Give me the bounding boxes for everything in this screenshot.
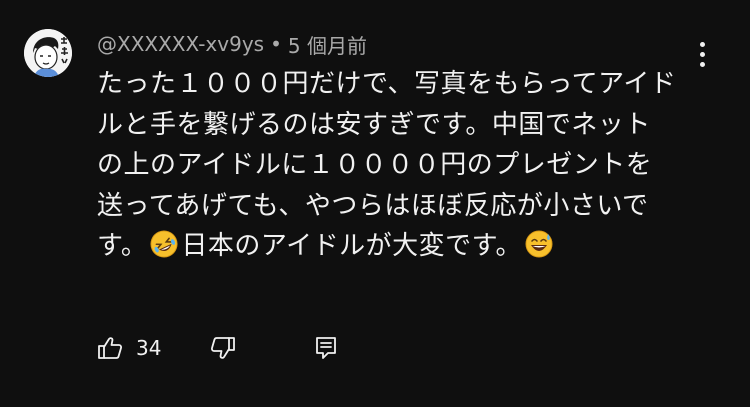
reply-icon — [312, 334, 340, 362]
dislike-button[interactable] — [209, 334, 237, 362]
comment-text: たった１０００円だけで、写真をもらってアイドルと手を繋げるのは安すぎです。中国で… — [97, 64, 677, 267]
reply-button[interactable] — [312, 334, 340, 362]
like-count: 34 — [136, 336, 162, 360]
avatar[interactable] — [24, 29, 72, 77]
comment-username[interactable]: @XXXXXX-xv9ys — [97, 32, 264, 56]
comment-actions: 34 — [96, 330, 336, 366]
grinning-sweat-icon — [524, 229, 554, 259]
header-separator: • — [270, 32, 282, 56]
rolling-on-floor-laughing-icon — [149, 229, 179, 259]
thumbs-up-icon — [96, 334, 124, 362]
comment-text-part2: 日本のアイドルが大変です。 — [181, 231, 523, 261]
comment-header: @XXXXXX-xv9ys • 5 個月前 — [97, 30, 367, 58]
comment-timestamp[interactable]: 5 個月前 — [288, 30, 367, 59]
like-button[interactable]: 34 — [96, 334, 161, 362]
thumbs-down-icon — [209, 334, 237, 362]
more-vertical-icon[interactable] — [688, 38, 716, 70]
